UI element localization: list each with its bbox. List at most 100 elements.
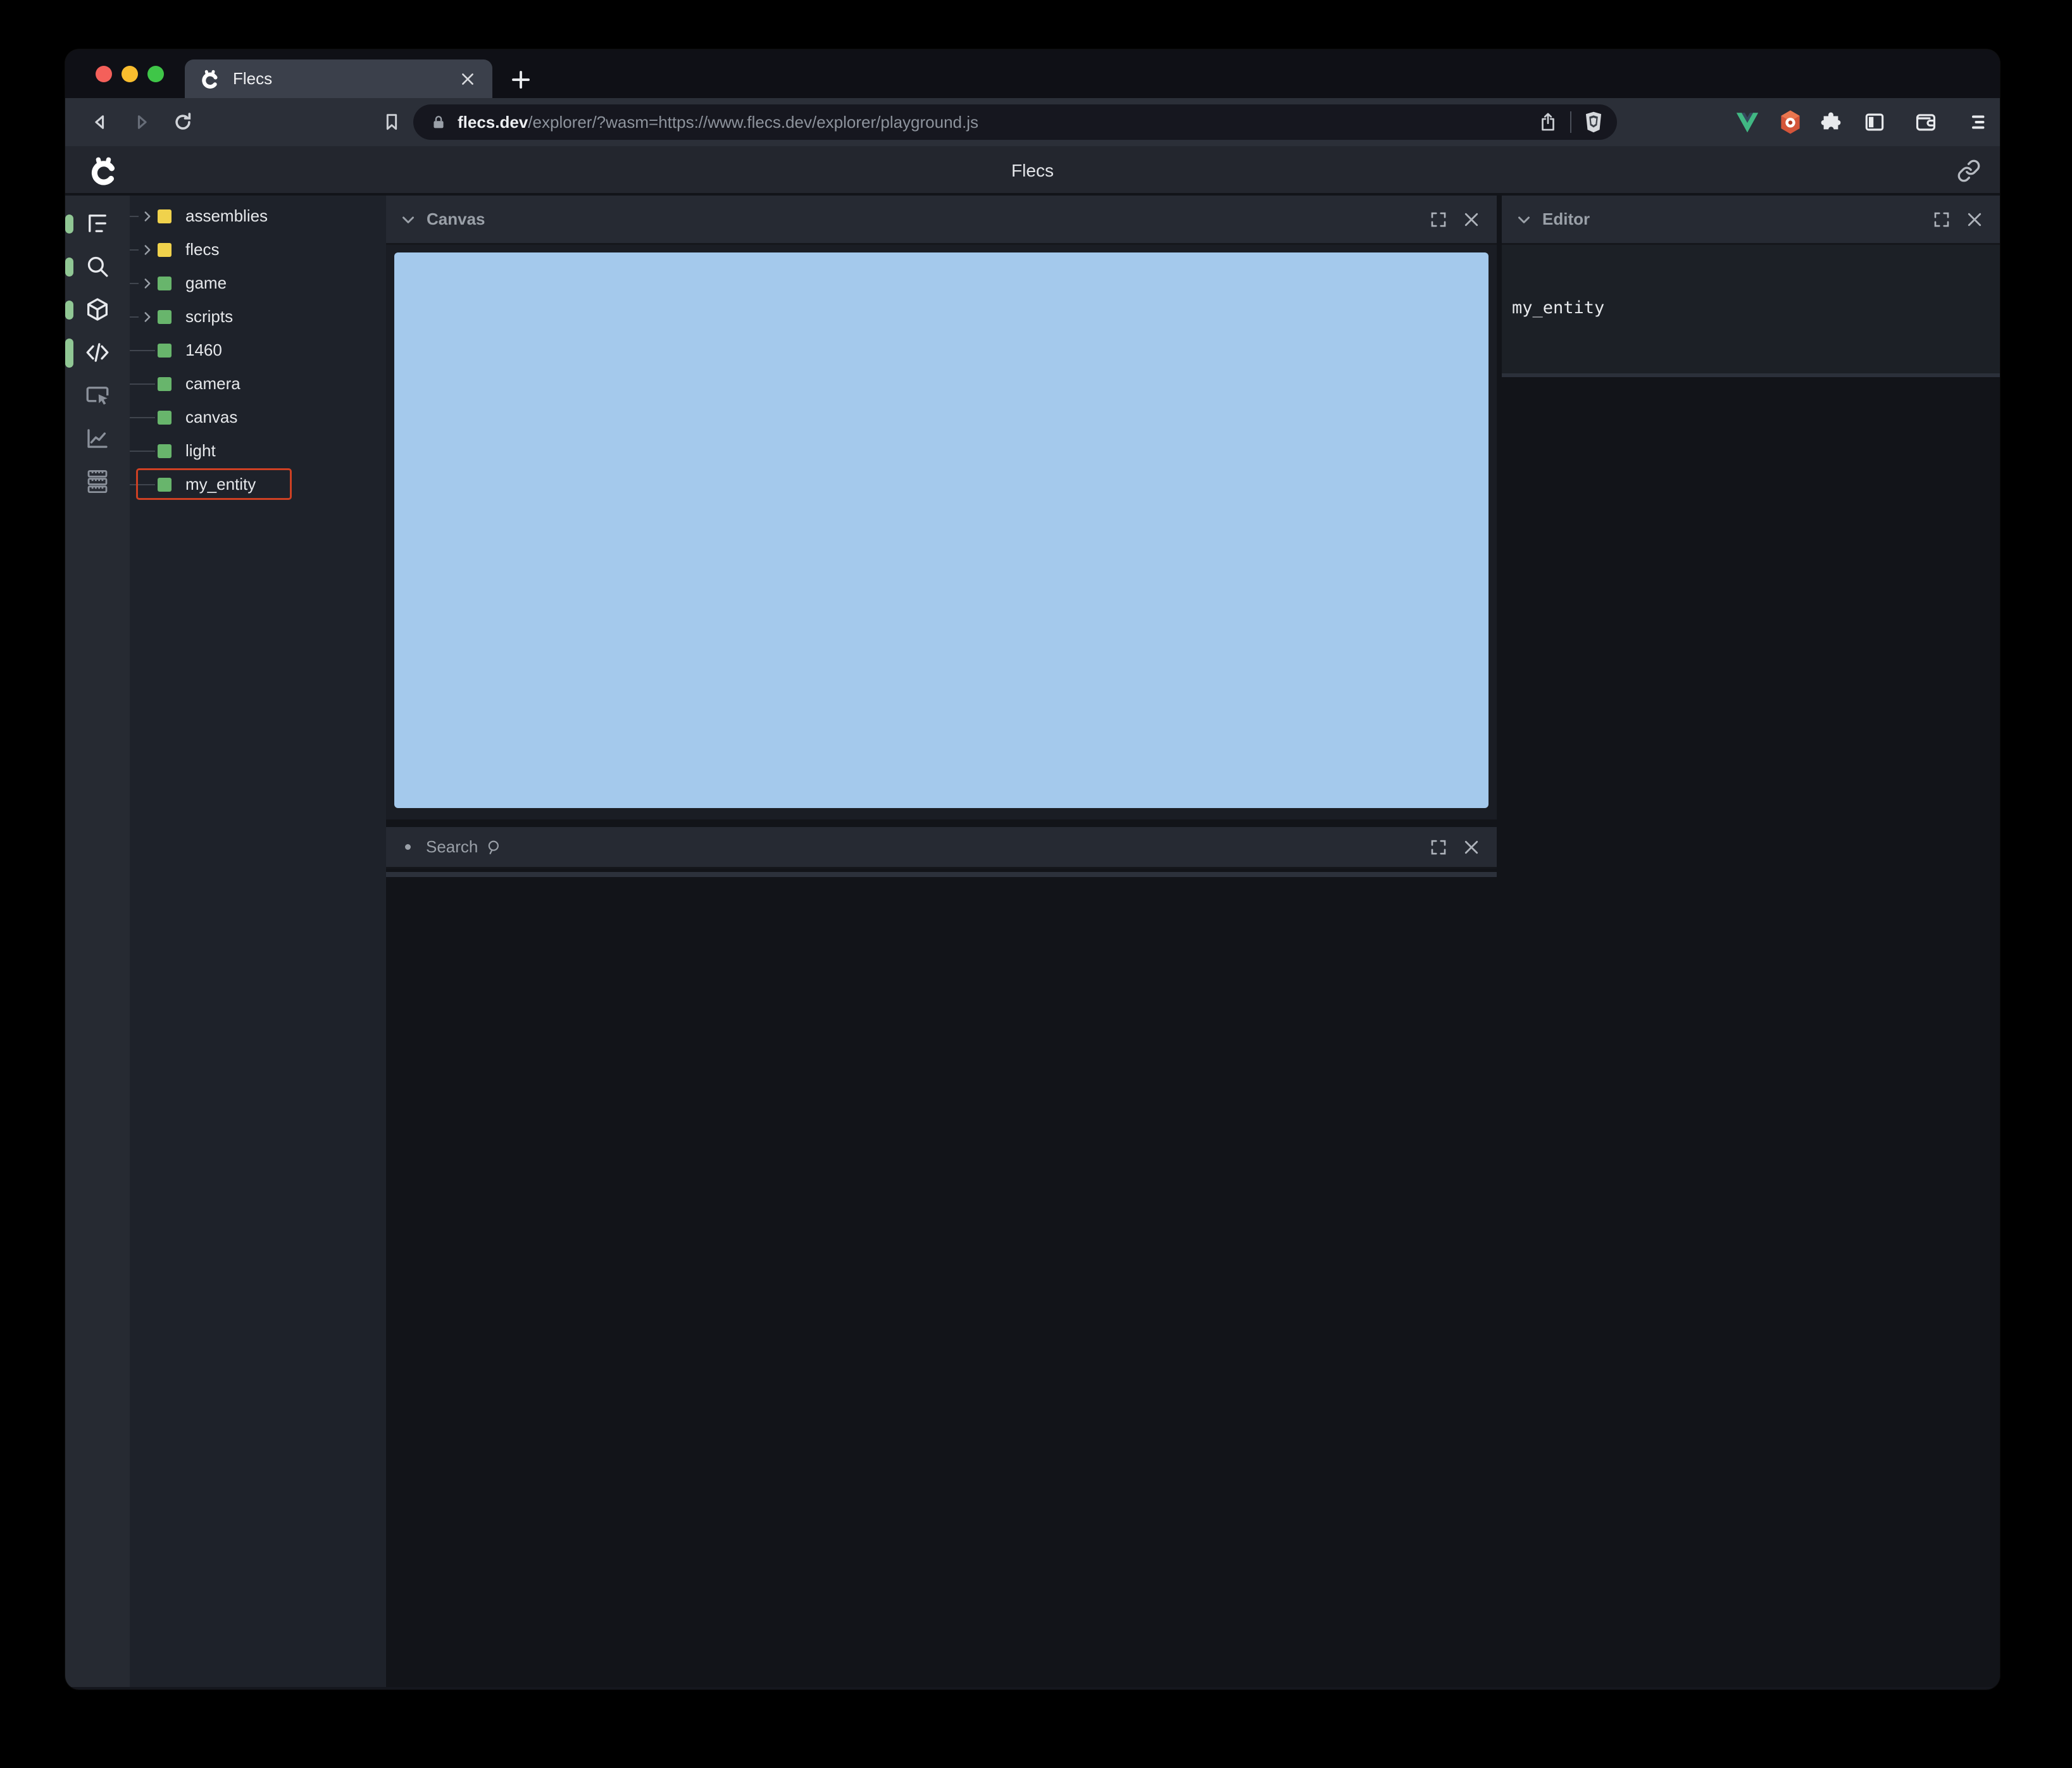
reload-button[interactable] xyxy=(170,109,196,135)
browser-toolbar: flecs.dev/explorer/?wasm=https://www.fle… xyxy=(65,98,2000,146)
fullscreen-icon[interactable] xyxy=(1426,207,1451,232)
main-area: Canvas Editor my_entity Search xyxy=(386,196,2000,1687)
tree-guide-line xyxy=(130,383,155,385)
tab-favicon-flecs-logo-icon xyxy=(199,68,222,90)
link-icon[interactable] xyxy=(1957,159,1981,183)
search-icon xyxy=(485,838,503,856)
editor-panel-header: Editor xyxy=(1502,196,2000,245)
cube-icon[interactable] xyxy=(84,296,111,323)
tree-item-1460[interactable]: 1460 xyxy=(130,333,386,367)
chevron-down-icon[interactable] xyxy=(399,210,418,229)
tree-item-canvas[interactable]: canvas xyxy=(130,401,386,434)
back-button[interactable] xyxy=(88,109,113,135)
search-rail-icon[interactable] xyxy=(84,252,111,280)
sidebar-toggle-icon[interactable] xyxy=(1861,109,1888,135)
entity-color-swatch xyxy=(158,276,172,290)
url-path: /explorer/?wasm=https://www.flecs.dev/ex… xyxy=(528,112,979,132)
tree-item-label: game xyxy=(185,273,227,292)
entity-color-swatch xyxy=(158,377,172,391)
code-icon[interactable] xyxy=(84,339,111,366)
tree-item-label: 1460 xyxy=(185,340,222,359)
entity-color-swatch xyxy=(158,343,172,358)
wallet-icon[interactable] xyxy=(1912,109,1940,135)
collapsed-panel-dot-icon[interactable] xyxy=(405,844,411,850)
share-icon[interactable] xyxy=(1537,111,1559,133)
rail-active-indicator xyxy=(65,258,73,277)
app-body: assemblies flecs game scripts 1460 camer… xyxy=(65,196,2000,1687)
commands-icon[interactable] xyxy=(84,468,111,495)
tab-title: Flecs xyxy=(233,69,273,88)
url-domain: flecs.dev xyxy=(458,112,528,132)
url-bar[interactable]: flecs.dev/explorer/?wasm=https://www.fle… xyxy=(413,104,1617,140)
tree-guide-line xyxy=(130,349,155,351)
minimize-window-button[interactable] xyxy=(122,66,138,82)
icon-rail xyxy=(65,196,130,1687)
tree-item-game[interactable]: game xyxy=(130,266,386,300)
code-editor[interactable]: my_entity xyxy=(1502,245,2000,377)
canvas-panel-header: Canvas xyxy=(386,196,1497,245)
url-divider xyxy=(1570,111,1571,133)
entity-tree-panel: assemblies flecs game scripts 1460 camer… xyxy=(130,196,386,1687)
hexagon-extension-icon[interactable] xyxy=(1776,109,1804,135)
chart-icon[interactable] xyxy=(84,425,111,452)
canvas-panel-title: Canvas xyxy=(427,209,485,228)
menu-icon[interactable] xyxy=(1964,109,1992,135)
brave-shield-icon[interactable] xyxy=(1583,110,1604,134)
vue-devtools-extension-icon[interactable] xyxy=(1733,109,1761,135)
tree-item-flecs[interactable]: flecs xyxy=(130,233,386,266)
forward-button[interactable] xyxy=(128,109,154,135)
tree-item-light[interactable]: light xyxy=(130,434,386,468)
chevron-right-icon[interactable] xyxy=(139,309,156,325)
editor-panel-title: Editor xyxy=(1542,209,1590,228)
tree-guide-line xyxy=(130,282,139,284)
zoom-window-button[interactable] xyxy=(147,66,164,82)
canvas-panel-body xyxy=(386,245,1497,819)
chevron-right-icon[interactable] xyxy=(139,242,156,258)
search-panel-footer-strip xyxy=(386,872,1497,877)
selection-highlight-box xyxy=(136,468,292,500)
rail-active-indicator xyxy=(65,215,73,233)
search-panel-header: Search xyxy=(386,827,1497,869)
tab-strip: Flecs xyxy=(65,49,2000,98)
entity-color-swatch xyxy=(158,410,172,425)
tree-item-label: scripts xyxy=(185,307,234,326)
tree-guide-line xyxy=(130,450,155,452)
entity-color-swatch xyxy=(158,209,172,223)
bookmark-icon[interactable] xyxy=(379,109,404,135)
browser-window: Flecs flecs.dev /explorer/?wasm=https://… xyxy=(65,49,2000,1690)
close-icon[interactable] xyxy=(1459,835,1484,860)
tree-guide-line xyxy=(130,249,139,251)
editor-panel: Editor my_entity xyxy=(1502,196,2000,377)
tree-item-camera[interactable]: camera xyxy=(130,367,386,401)
fullscreen-icon[interactable] xyxy=(1929,207,1954,232)
rail-active-indicator xyxy=(65,301,73,320)
close-window-button[interactable] xyxy=(96,66,112,82)
tree-item-my-entity[interactable]: my_entity xyxy=(130,468,386,501)
browser-tab-flecs[interactable]: Flecs xyxy=(185,59,492,98)
tree-item-label: camera xyxy=(185,374,240,393)
extensions-puzzle-icon[interactable] xyxy=(1817,109,1845,135)
close-icon[interactable] xyxy=(1962,207,1987,232)
webgl-canvas-viewport[interactable] xyxy=(394,252,1488,808)
inspect-icon[interactable] xyxy=(84,382,111,409)
entity-color-swatch xyxy=(158,309,172,324)
page-title: Flecs xyxy=(1011,161,1054,180)
new-tab-button[interactable] xyxy=(504,63,537,96)
chevron-right-icon[interactable] xyxy=(139,208,156,225)
tree-item-scripts[interactable]: scripts xyxy=(130,300,386,333)
search-panel: Search xyxy=(386,827,1497,877)
entity-color-swatch xyxy=(158,242,172,257)
lock-icon xyxy=(430,113,447,131)
tree-item-assemblies[interactable]: assemblies xyxy=(130,199,386,233)
chevron-down-icon[interactable] xyxy=(1514,210,1533,229)
canvas-panel: Canvas xyxy=(386,196,1497,819)
search-panel-title: Search xyxy=(426,837,478,856)
entity-color-swatch xyxy=(158,444,172,458)
entity-tree-icon[interactable] xyxy=(84,209,111,237)
chevron-right-icon[interactable] xyxy=(139,275,156,292)
tree-item-label: light xyxy=(185,441,216,460)
tab-close-icon[interactable] xyxy=(457,68,478,90)
fullscreen-icon[interactable] xyxy=(1426,835,1451,860)
close-icon[interactable] xyxy=(1459,207,1484,232)
tree-item-label: canvas xyxy=(185,408,238,426)
